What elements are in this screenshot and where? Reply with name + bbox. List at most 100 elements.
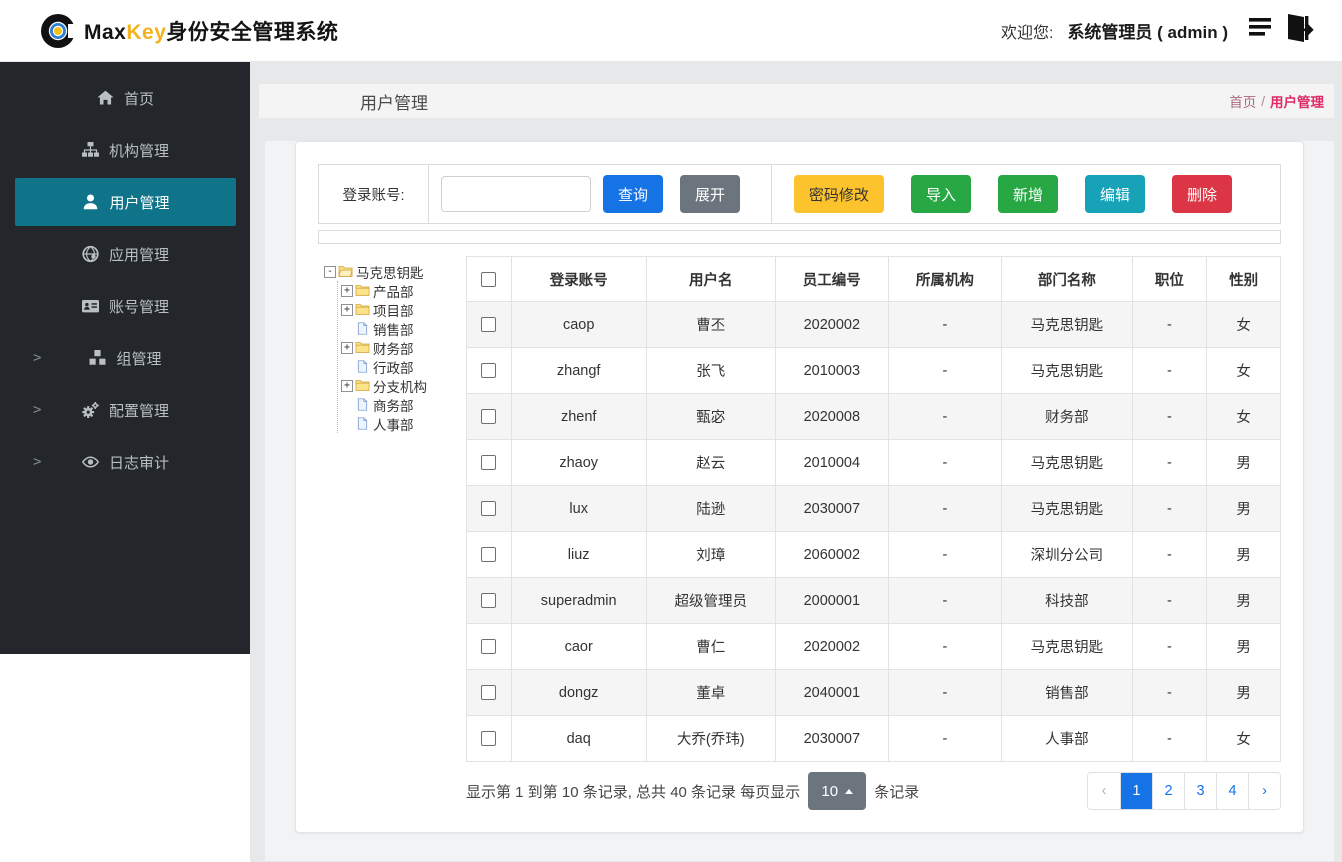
- table-row[interactable]: zhangf 张飞 2010003- 马克思钥匙 - 女: [466, 347, 1281, 394]
- tree-node-child[interactable]: + 财务部: [341, 338, 466, 357]
- table-row[interactable]: liuz 刘璋 2060002- 深圳分公司 - 男: [466, 531, 1281, 578]
- row-checkbox[interactable]: [481, 363, 497, 379]
- tree-expand-icon[interactable]: +: [341, 379, 353, 392]
- page-title: 用户管理: [360, 93, 428, 113]
- logout-icon[interactable]: [1282, 12, 1316, 49]
- table-cell: 财务部: [1001, 393, 1133, 440]
- tree-node-child[interactable]: 行政部: [341, 357, 466, 376]
- pagination-page-4[interactable]: 4: [1216, 773, 1248, 809]
- user-icon: [81, 193, 100, 211]
- sidebar-item-label: 机构管理: [108, 142, 169, 160]
- table-row[interactable]: superadmin 超级管理员 2000001- 科技部 - 男: [466, 577, 1281, 624]
- table-cell: superadmin: [510, 577, 647, 624]
- sidebar-item-label: 日志审计: [108, 454, 169, 472]
- breadcrumb-home-link[interactable]: 首页: [1229, 91, 1256, 111]
- sidebar-item-config[interactable]: > 配置管理: [0, 384, 250, 436]
- table-cell: -: [1131, 439, 1208, 486]
- row-checkbox[interactable]: [481, 547, 497, 563]
- table-cell: 张飞: [645, 347, 776, 394]
- tree-expand-icon[interactable]: +: [341, 284, 353, 297]
- folder-icon: [338, 265, 353, 278]
- pagination-page-3[interactable]: 3: [1184, 773, 1216, 809]
- sidebar-item-home[interactable]: 首页: [0, 72, 250, 124]
- table-row[interactable]: lux 陆逊 2030007- 马克思钥匙 - 男: [466, 485, 1281, 532]
- sidebar-item-group[interactable]: > 组管理: [0, 332, 250, 384]
- tree-node-child[interactable]: 人事部: [341, 414, 466, 433]
- pagination-page-2[interactable]: 2: [1152, 773, 1184, 809]
- table-row[interactable]: zhaoy 赵云 2010004- 马克思钥匙 - 男: [466, 439, 1281, 486]
- table-row[interactable]: caop 曹丕 2020002- 马克思钥匙 - 女: [466, 301, 1281, 348]
- table-row[interactable]: dongz 董卓 2040001- 销售部 - 男: [466, 669, 1281, 716]
- row-checkbox[interactable]: [481, 593, 497, 609]
- brand-title: MaxKey身份安全管理系统: [84, 20, 339, 44]
- tree-node-label: 行政部: [373, 360, 414, 376]
- row-checkbox[interactable]: [481, 501, 497, 517]
- login-account-input[interactable]: [441, 176, 591, 212]
- table-row[interactable]: caor 曹仁 2020002- 马克思钥匙 - 男: [466, 623, 1281, 670]
- tree-node-root[interactable]: - 马克思钥匙: [324, 262, 466, 281]
- row-checkbox[interactable]: [481, 731, 497, 747]
- page-size-dropdown[interactable]: 10: [808, 772, 867, 810]
- tree-node-child[interactable]: + 分支机构: [341, 376, 466, 395]
- sidebar-item-app[interactable]: 应用管理: [0, 228, 250, 280]
- table-cell: 刘璋: [645, 531, 776, 578]
- row-checkbox[interactable]: [481, 639, 497, 655]
- table-cell: 马克思钥匙: [1001, 623, 1133, 670]
- tree-node-child[interactable]: + 项目部: [341, 300, 466, 319]
- table-cell: -: [1131, 715, 1208, 762]
- sidebar-item-user[interactable]: 用户管理: [15, 178, 236, 226]
- select-all-checkbox[interactable]: [481, 271, 497, 287]
- brand: MaxKey身份安全管理系统: [38, 11, 338, 51]
- pagination-prev-button[interactable]: ‹: [1088, 773, 1120, 809]
- expand-button[interactable]: 展开: [680, 175, 741, 213]
- tree-expand-icon[interactable]: +: [341, 341, 353, 354]
- table-cell: 男: [1206, 577, 1281, 624]
- table-row[interactable]: zhenf 甄宓 2020008- 财务部 - 女: [466, 393, 1281, 440]
- row-checkbox[interactable]: [481, 455, 497, 471]
- sidebar-item-audit[interactable]: > 日志审计: [0, 436, 250, 488]
- chevron-right-icon: >: [33, 350, 42, 366]
- sidebar-item-label: 账号管理: [108, 298, 169, 316]
- tree-collapse-icon[interactable]: -: [324, 265, 336, 278]
- row-checkbox[interactable]: [481, 685, 497, 701]
- tree-node-label: 商务部: [373, 398, 414, 414]
- sidebar-item-org[interactable]: 机构管理: [0, 124, 250, 176]
- table-cell: 科技部: [1001, 577, 1133, 624]
- column-header: 员工编号: [774, 256, 889, 302]
- add-button[interactable]: 新增: [997, 175, 1058, 213]
- change-password-button[interactable]: 密码修改: [793, 175, 884, 213]
- tree-node-child[interactable]: 商务部: [341, 395, 466, 414]
- query-button[interactable]: 查询: [603, 175, 664, 213]
- table-cell: -: [887, 531, 1003, 578]
- welcome-label: 欢迎您:: [1000, 24, 1054, 42]
- collapsed-advanced-search-strip: [318, 230, 1281, 244]
- delete-button[interactable]: 删除: [1171, 175, 1232, 213]
- table-cell: 男: [1206, 623, 1281, 670]
- tree-node-child[interactable]: 销售部: [341, 319, 466, 338]
- edit-button[interactable]: 编辑: [1084, 175, 1145, 213]
- row-checkbox[interactable]: [481, 409, 497, 425]
- sidebar-item-label: 应用管理: [108, 246, 169, 264]
- sidebar-item-label: 配置管理: [108, 402, 169, 420]
- tree-node-child[interactable]: + 产品部: [341, 281, 466, 300]
- login-account-label: 登录账号:: [319, 165, 429, 223]
- row-checkbox[interactable]: [481, 317, 497, 333]
- table-row[interactable]: daq 大乔(乔玮) 2030007- 人事部 - 女: [466, 715, 1281, 762]
- menu-list-icon[interactable]: [1248, 14, 1278, 47]
- table-cell: 甄宓: [645, 393, 776, 440]
- sidebar-item-label: 首页: [123, 90, 154, 108]
- table-cell: -: [887, 439, 1003, 486]
- pagination: ‹ 1 2 3 4 ›: [1087, 772, 1281, 810]
- file-icon: [355, 360, 370, 373]
- folder-icon: [355, 303, 370, 316]
- pagination-page-1[interactable]: 1: [1120, 773, 1152, 809]
- tree-node-label: 分支机构: [373, 379, 427, 395]
- pagination-next-button[interactable]: ›: [1248, 773, 1280, 809]
- file-icon: [355, 322, 370, 335]
- tree-expand-icon[interactable]: +: [341, 303, 353, 316]
- table-cell: liuz: [510, 531, 647, 578]
- table-cell: zhaoy: [510, 439, 647, 486]
- import-button[interactable]: 导入: [910, 175, 971, 213]
- sidebar-item-account[interactable]: 账号管理: [0, 280, 250, 332]
- users-table: 登录账号 用户名 员工编号 所属机构 部门名称 职位 性别 caop 曹丕 2020002- 马克…: [466, 256, 1281, 762]
